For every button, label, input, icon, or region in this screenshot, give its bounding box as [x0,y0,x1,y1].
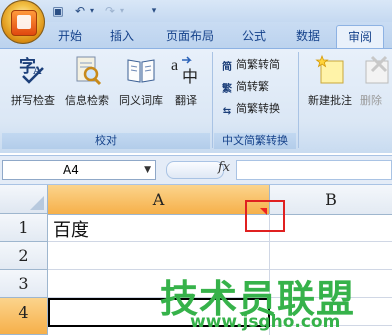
watermark-url: www.jsgho.com [190,312,341,332]
undo-dropdown-icon[interactable]: ▾ [84,3,100,19]
select-all-button[interactable] [0,185,48,214]
chinese-conversion-label: 简繁转换 [236,102,280,115]
simplified-to-traditional-button[interactable]: 繁简转繁 [220,78,269,96]
spelling-label: 拼写检查 [11,94,55,107]
chinese-conversion-button[interactable]: ⇆ 简繁转换 [220,100,280,118]
svg-text:中: 中 [182,67,198,86]
row-header-3[interactable]: 3 [0,270,48,298]
group-separator [212,52,213,148]
traditional-icon: 繁 [222,84,232,95]
tab-review[interactable]: 审阅 [336,25,384,48]
insert-function-icon[interactable]: fx [218,160,230,175]
gridline [48,241,392,242]
svg-text:a: a [171,57,178,74]
save-icon[interactable]: ▣ [50,3,66,19]
redo-dropdown-icon[interactable]: ▾ [114,3,130,19]
delete-comment-icon [362,54,392,86]
chevron-down-icon[interactable]: ▼ [144,161,151,179]
translate-label: 翻译 [175,94,197,107]
research-button[interactable]: 信息检索 [60,54,114,114]
formula-input[interactable] [236,160,392,180]
chinese-conversion-group-label: 中文简繁转换 [214,133,296,149]
thesaurus-button[interactable]: 同义词库 [114,54,168,114]
traditional-to-simplified-label: 简繁转简 [236,58,280,71]
formula-bar-toggle[interactable] [166,161,224,179]
thesaurus-label: 同义词库 [119,94,163,107]
row-header-1[interactable]: 1 [0,214,48,242]
delete-comment-label: 删除 [360,94,382,107]
simplified-icon: 简 [222,62,232,73]
spelling-icon: 字A [17,54,49,86]
row-header-2[interactable]: 2 [0,242,48,270]
traditional-to-simplified-button[interactable]: 简简繁转简 [220,56,280,74]
comment-indicator-highlight [245,200,285,232]
proofing-group-label: 校对 [2,133,210,149]
research-label: 信息检索 [65,94,109,107]
delete-comment-button[interactable]: 删除 [360,54,392,114]
new-comment-label: 新建批注 [308,94,352,107]
tab-insert[interactable]: 插入 [100,25,144,47]
select-all-triangle-icon [30,196,44,210]
office-logo-icon [11,10,37,36]
column-header-a[interactable]: A [48,185,270,215]
new-comment-button[interactable]: 新建批注 [302,54,358,114]
tab-formulas[interactable]: 公式 [232,25,276,47]
translate-icon: a中 [170,54,202,86]
new-comment-icon [314,54,346,86]
cell-a1[interactable]: 百度 [53,216,89,242]
group-separator [298,52,299,148]
column-header-b[interactable]: B [270,185,392,215]
thesaurus-icon [125,54,157,86]
name-box-value: A4 [63,163,79,177]
office-button[interactable] [1,0,45,44]
translate-button[interactable]: a中 翻译 [166,54,206,114]
name-box[interactable]: A4 ▼ [2,160,156,180]
spelling-button[interactable]: 字A 拼写检查 [6,54,60,114]
research-icon [71,54,103,86]
tab-home[interactable]: 开始 [48,25,92,47]
conversion-icon: ⇆ [222,106,232,117]
row-header-4[interactable]: 4 [0,298,48,335]
tab-data[interactable]: 数据 [286,25,330,47]
simplified-to-traditional-label: 简转繁 [236,80,269,93]
tab-page-layout[interactable]: 页面布局 [158,25,222,47]
customize-qat-icon[interactable]: ▾ [146,3,162,19]
